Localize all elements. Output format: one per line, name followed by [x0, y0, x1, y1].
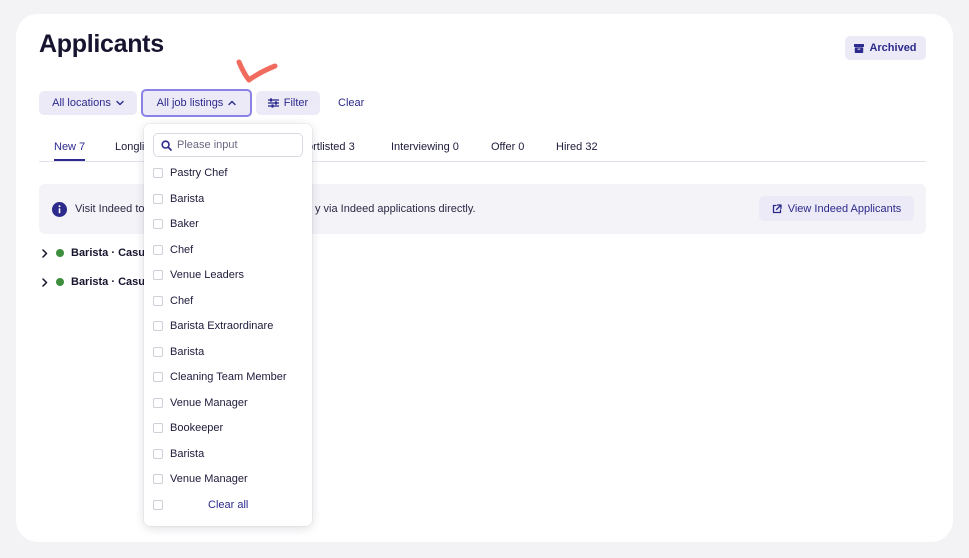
listing-option[interactable]: Barista [153, 191, 204, 207]
status-dot [56, 278, 64, 286]
chevron-right-icon [42, 248, 48, 258]
tab-longlisted[interactable]: Longli [115, 141, 144, 153]
listing-option[interactable]: Pastry Chef [153, 165, 227, 181]
option-checkbox[interactable] [153, 474, 163, 484]
option-label: Chef [170, 244, 194, 256]
status-dot [56, 249, 64, 257]
listing-option[interactable]: Venue Manager [153, 395, 248, 411]
listing-row-label: Barista · Casua [71, 247, 152, 259]
option-label: Barista Extraordinare [170, 320, 274, 332]
listing-row[interactable]: Barista · Casua [40, 274, 151, 290]
filter-button[interactable]: Filter [256, 91, 320, 115]
locations-dropdown[interactable]: All locations [39, 91, 137, 115]
listing-search-input[interactable] [177, 139, 297, 151]
option-label: Cleaning Team Member [170, 371, 287, 383]
clear-filters-link[interactable]: Clear [338, 97, 364, 109]
option-label: Chef [170, 295, 194, 307]
option-checkbox[interactable] [153, 194, 163, 204]
banner-text-start: Visit Indeed to [75, 203, 145, 215]
option-label: Barista [170, 346, 205, 358]
option-label: Pastry Chef [170, 167, 228, 179]
checkmark-annotation-icon [236, 59, 278, 83]
option-label: Venue Leaders [170, 269, 245, 281]
listing-option[interactable]: Chef [153, 293, 193, 309]
option-label: Barista [170, 193, 205, 205]
job-listings-dropdown[interactable]: All job listings [141, 89, 252, 117]
archived-label: Archived [869, 42, 917, 54]
chevron-right-icon [42, 277, 48, 287]
chevron-down-icon [116, 100, 124, 106]
option-label: Venue Manager [170, 397, 248, 409]
option-checkbox[interactable] [153, 270, 163, 280]
listing-search-box[interactable] [153, 133, 303, 157]
tab-hired[interactable]: Hired 32 [556, 141, 598, 153]
option-checkbox[interactable] [153, 398, 163, 408]
listing-option[interactable]: Chef [153, 242, 193, 258]
external-link-icon [772, 203, 782, 213]
listing-option[interactable]: Barista [153, 446, 204, 462]
job-listings-menu: Pastry Chef Barista Baker Chef Venue Lea… [144, 124, 312, 526]
listing-option[interactable]: Bookeeper [153, 420, 223, 436]
tab-shortlisted[interactable]: ortlisted 3 [307, 141, 355, 153]
option-checkbox[interactable] [153, 449, 163, 459]
option-label: Bookeeper [170, 422, 224, 434]
chevron-up-icon [228, 100, 237, 106]
filter-label: Filter [283, 97, 309, 109]
listing-option[interactable]: Venue Leaders [153, 267, 244, 283]
sliders-icon [267, 98, 279, 108]
view-indeed-applicants-button[interactable]: View Indeed Applicants [759, 196, 914, 221]
option-label: Baker [170, 218, 199, 230]
option-label: Barista [170, 448, 205, 460]
option-label: Venue Manager [170, 473, 248, 485]
listing-row[interactable]: Barista · Casua [40, 245, 151, 261]
listing-option[interactable]: Baker [153, 216, 199, 232]
listings-label: All job listings [156, 97, 224, 109]
listing-row-label: Barista · Casua [71, 276, 152, 288]
option-checkbox[interactable] [153, 219, 163, 229]
archived-button[interactable]: Archived [845, 36, 926, 60]
listing-option[interactable]: Venue Manager [153, 471, 248, 487]
listing-option[interactable]: Barista [153, 344, 204, 360]
listing-option[interactable]: Barista Extraordinare [153, 318, 273, 334]
view-indeed-label: View Indeed Applicants [787, 202, 902, 215]
option-checkbox[interactable] [153, 321, 163, 331]
clear-all-link[interactable]: Clear all [208, 499, 248, 511]
option-checkbox[interactable] [153, 347, 163, 357]
page-title: Applicants [39, 30, 164, 58]
option-checkbox[interactable] [153, 423, 163, 433]
info-icon [52, 202, 67, 217]
tab-offer[interactable]: Offer 0 [491, 141, 524, 153]
banner-text-end: y via Indeed applications directly. [315, 203, 476, 215]
archive-box-icon [854, 43, 865, 53]
option-checkbox[interactable] [153, 372, 163, 382]
search-icon [161, 139, 172, 151]
select-all-checkbox[interactable] [153, 500, 163, 510]
option-checkbox[interactable] [153, 245, 163, 255]
option-checkbox[interactable] [153, 168, 163, 178]
locations-label: All locations [52, 97, 111, 109]
tab-new[interactable]: New 7 [54, 141, 85, 153]
active-tab-indicator [54, 159, 85, 161]
option-checkbox[interactable] [153, 296, 163, 306]
listing-option[interactable]: Cleaning Team Member [153, 369, 287, 385]
tab-interviewing[interactable]: Interviewing 0 [391, 141, 459, 153]
